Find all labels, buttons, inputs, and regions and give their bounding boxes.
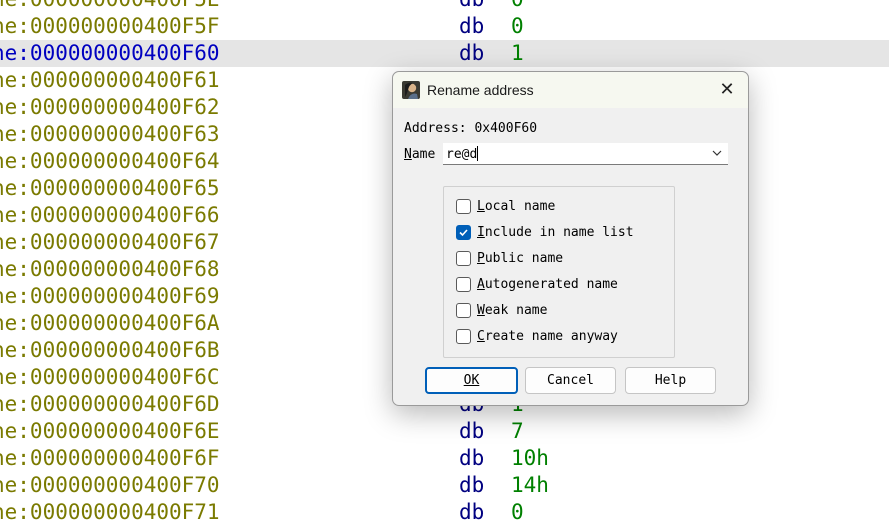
- listing-mnemonic: db: [459, 500, 485, 524]
- listing-mnemonic: db: [459, 14, 485, 38]
- listing-row[interactable]: ne:000000000400F5E db 0: [0, 0, 889, 13]
- listing-row[interactable]: ne:000000000400F60 db 1: [0, 40, 889, 67]
- listing-address: ne:000000000400F6D: [0, 392, 220, 416]
- listing-address: ne:000000000400F68: [0, 257, 220, 281]
- checkbox[interactable]: [456, 199, 471, 214]
- checkbox[interactable]: [456, 329, 471, 344]
- listing-row[interactable]: ne:000000000400F5F db 0: [0, 13, 889, 40]
- listing-address: ne:000000000400F6C: [0, 365, 220, 389]
- cancel-button-label: Cancel: [547, 373, 594, 388]
- listing-address: ne:000000000400F66: [0, 203, 220, 227]
- name-label-mnemonic: N: [404, 147, 412, 162]
- listing-operand: 14h: [511, 473, 549, 497]
- listing-address: ne:000000000400F61: [0, 68, 220, 92]
- listing-mnemonic: db: [459, 446, 485, 470]
- dialog-title: Rename address: [427, 82, 534, 98]
- option-label: Create name anyway: [477, 329, 618, 344]
- listing-row[interactable]: ne:000000000400F6F db 10h: [0, 445, 889, 472]
- checkbox[interactable]: [456, 251, 471, 266]
- listing-address: ne:000000000400F65: [0, 176, 220, 200]
- option-label: Include in name list: [477, 225, 634, 240]
- checkmark-icon: [459, 229, 468, 237]
- rename-address-dialog: Rename address ✕ Address: 0x400F60 Name …: [392, 71, 749, 406]
- listing-mnemonic: db: [459, 0, 484, 13]
- listing-operand: 0: [511, 500, 524, 524]
- name-input[interactable]: re@d: [446, 146, 479, 162]
- chevron-down-icon[interactable]: [711, 147, 723, 159]
- listing-address: ne:000000000400F62: [0, 95, 220, 119]
- option-label: Autogenerated name: [477, 277, 618, 292]
- help-button-label: Help: [654, 373, 687, 388]
- name-label-rest: ame: [411, 147, 436, 162]
- listing-address: ne:000000000400F6E: [0, 419, 220, 443]
- listing-address: ne:000000000400F70: [0, 473, 220, 497]
- listing-row[interactable]: ne:000000000400F71 db 0: [0, 499, 889, 526]
- listing-operand: 1: [511, 41, 524, 65]
- option-label: Local name: [477, 199, 556, 214]
- ida-app-icon: [402, 81, 420, 99]
- listing-row[interactable]: ne:000000000400F70 db 14h: [0, 472, 889, 499]
- listing-mnemonic: db: [459, 473, 485, 497]
- help-button[interactable]: Help: [625, 367, 716, 394]
- listing-address: ne:000000000400F67: [0, 230, 220, 254]
- listing-address: ne:000000000400F71: [0, 500, 220, 524]
- listing-address: ne:000000000400F69: [0, 284, 220, 308]
- ok-button-label: OK: [463, 373, 480, 388]
- name-input-text: re@d: [446, 147, 478, 162]
- listing-operand: 10h: [511, 446, 549, 470]
- name-combobox[interactable]: re@d: [443, 143, 728, 165]
- cancel-button[interactable]: Cancel: [525, 367, 616, 394]
- listing-row[interactable]: ne:000000000400F6E db 7: [0, 418, 889, 445]
- checkbox[interactable]: [456, 277, 471, 292]
- dialog-title-bar[interactable]: Rename address ✕: [393, 72, 748, 108]
- listing-operand: 0: [511, 0, 524, 13]
- listing-address: ne:000000000400F63: [0, 122, 220, 146]
- listing-address: ne:000000000400F5E: [0, 0, 220, 13]
- listing-mnemonic: db: [459, 419, 485, 443]
- name-label: Name: [404, 147, 435, 162]
- address-readout: Address: 0x400F60: [404, 121, 538, 136]
- text-caret: [477, 146, 479, 161]
- option-label: Public name: [477, 251, 564, 266]
- checkbox[interactable]: [456, 225, 471, 240]
- listing-operand: 7: [511, 419, 524, 443]
- listing-address: ne:000000000400F6B: [0, 338, 220, 362]
- listing-mnemonic: db: [459, 41, 485, 65]
- listing-address: ne:000000000400F5F: [0, 14, 220, 38]
- close-button[interactable]: ✕: [714, 77, 740, 103]
- ok-button[interactable]: OK: [425, 367, 518, 394]
- listing-address: ne:000000000400F64: [0, 149, 220, 173]
- listing-address: ne:000000000400F6A: [0, 311, 220, 335]
- listing-address: ne:000000000400F60: [0, 41, 220, 65]
- option-label: Weak name: [477, 303, 548, 318]
- checkbox[interactable]: [456, 303, 471, 318]
- close-icon: ✕: [719, 79, 735, 100]
- listing-operand: 0: [511, 14, 524, 38]
- name-options-group: Local name Include in name list Public nam…: [443, 186, 675, 358]
- listing-address: ne:000000000400F6F: [0, 446, 220, 470]
